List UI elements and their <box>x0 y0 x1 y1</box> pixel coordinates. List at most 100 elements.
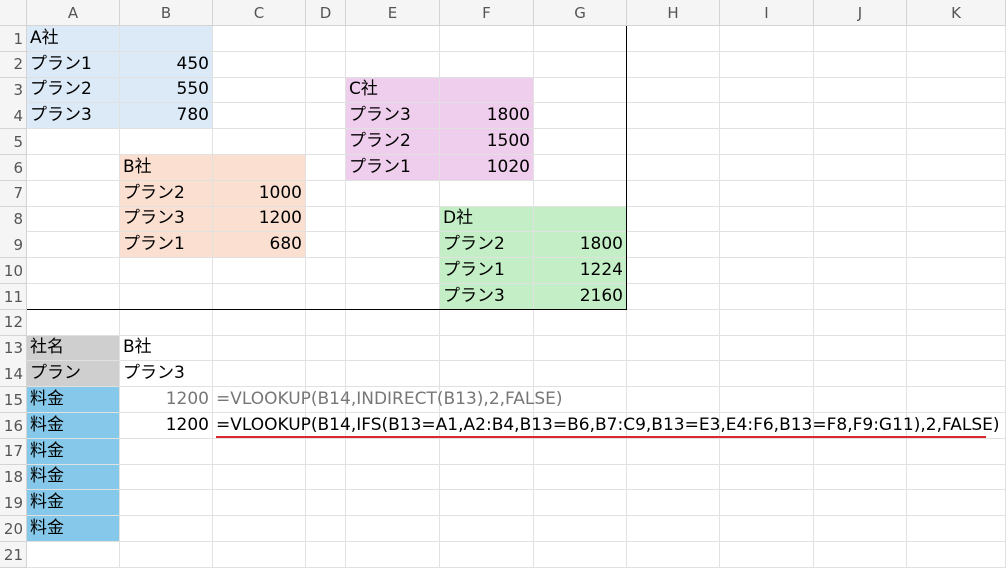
cell-d20[interactable] <box>306 516 346 542</box>
cell-g1[interactable] <box>534 26 627 52</box>
cell-g4[interactable] <box>534 103 627 130</box>
cell-c18[interactable] <box>213 464 306 491</box>
cell-i5[interactable] <box>720 129 814 155</box>
cell-c7[interactable]: 1000 <box>213 180 306 207</box>
cell-j11[interactable] <box>814 284 907 310</box>
cell-a9[interactable] <box>27 232 120 259</box>
cell-f3[interactable] <box>440 77 534 104</box>
cell-h3[interactable] <box>627 77 720 104</box>
row-header-15[interactable]: 15 <box>0 387 27 414</box>
column-header-f[interactable]: F <box>440 0 534 26</box>
cell-k10[interactable] <box>907 258 1006 284</box>
cell-h8[interactable] <box>627 206 720 233</box>
cell-a1[interactable]: A社 <box>27 26 120 52</box>
cell-h4[interactable] <box>627 103 720 130</box>
cell-a17[interactable]: 料金 <box>27 438 120 465</box>
cell-g5[interactable] <box>534 129 627 155</box>
cell-e14[interactable] <box>346 361 440 388</box>
cell-f17[interactable] <box>440 438 534 465</box>
cell-j1[interactable] <box>814 26 907 52</box>
cell-i7[interactable] <box>720 180 814 207</box>
cell-a4[interactable]: プラン3 <box>27 103 120 130</box>
cell-d21[interactable] <box>306 542 346 568</box>
cell-d13[interactable] <box>306 335 346 362</box>
cell-f7[interactable] <box>440 180 534 207</box>
cell-b18[interactable] <box>120 464 213 491</box>
cell-g20[interactable] <box>534 516 627 542</box>
cell-f12[interactable] <box>440 309 534 336</box>
cell-a12[interactable] <box>27 309 120 336</box>
cell-e10[interactable] <box>346 258 440 284</box>
cell-a11[interactable] <box>27 284 120 310</box>
row-header-1[interactable]: 1 <box>0 26 27 52</box>
cell-i12[interactable] <box>720 309 814 336</box>
cell-j12[interactable] <box>814 309 907 336</box>
cell-i17[interactable] <box>720 438 814 465</box>
row-header-21[interactable]: 21 <box>0 542 27 568</box>
cell-g21[interactable] <box>534 542 627 568</box>
row-header-20[interactable]: 20 <box>0 516 27 543</box>
cell-c3[interactable] <box>213 77 306 104</box>
cell-c13[interactable] <box>213 335 306 362</box>
cell-g9[interactable]: 1800 <box>534 232 627 259</box>
cell-j20[interactable] <box>814 516 907 542</box>
cell-c20[interactable] <box>213 516 306 542</box>
cell-d8[interactable] <box>306 206 346 233</box>
cell-g6[interactable] <box>534 155 627 181</box>
cell-e11[interactable] <box>346 284 440 310</box>
cell-c8[interactable]: 1200 <box>213 206 306 233</box>
cell-h11[interactable] <box>627 284 720 310</box>
row-header-6[interactable]: 6 <box>0 155 27 181</box>
select-all-corner[interactable] <box>0 0 27 26</box>
cell-a5[interactable] <box>27 129 120 155</box>
row-header-14[interactable]: 14 <box>0 361 27 388</box>
cell-j4[interactable] <box>814 103 907 130</box>
cell-h5[interactable] <box>627 129 720 155</box>
cell-c14[interactable] <box>213 361 306 388</box>
cell-c5[interactable] <box>213 129 306 155</box>
cell-d5[interactable] <box>306 129 346 155</box>
cell-i9[interactable] <box>720 232 814 259</box>
cell-a2[interactable]: プラン1 <box>27 51 120 78</box>
cell-b13[interactable]: B社 <box>120 335 213 362</box>
cell-b12[interactable] <box>120 309 213 336</box>
cell-c21[interactable] <box>213 542 306 568</box>
cell-k8[interactable] <box>907 206 1006 233</box>
cell-i15[interactable] <box>720 387 814 413</box>
cell-j13[interactable] <box>814 335 907 362</box>
cell-d1[interactable] <box>306 26 346 52</box>
cell-e6[interactable]: プラン1 <box>346 155 440 181</box>
row-header-3[interactable]: 3 <box>0 77 27 104</box>
cell-f19[interactable] <box>440 490 534 517</box>
cell-f11[interactable]: プラン3 <box>440 284 534 310</box>
cell-j18[interactable] <box>814 464 907 491</box>
cell-j14[interactable] <box>814 361 907 388</box>
cell-b14[interactable]: プラン3 <box>120 361 213 388</box>
cell-c17[interactable] <box>213 438 306 465</box>
cell-d17[interactable] <box>306 438 346 465</box>
cell-e18[interactable] <box>346 464 440 491</box>
column-header-c[interactable]: C <box>213 0 306 26</box>
cell-i13[interactable] <box>720 335 814 362</box>
cell-f6[interactable]: 1020 <box>440 155 534 181</box>
cell-b17[interactable] <box>120 438 213 465</box>
cell-e12[interactable] <box>346 309 440 336</box>
cell-e20[interactable] <box>346 516 440 542</box>
cell-c4[interactable] <box>213 103 306 130</box>
cell-j21[interactable] <box>814 542 907 568</box>
cell-a16[interactable]: 料金 <box>27 413 120 439</box>
cell-g14[interactable] <box>534 361 627 388</box>
cell-b8[interactable]: プラン3 <box>120 206 213 233</box>
spreadsheet-grid[interactable]: A B C D E F G H I J K 1 2 3 4 5 6 7 8 9 10 11 12 13 14 15 16 17 18 19… <box>0 0 1006 576</box>
cell-j10[interactable] <box>814 258 907 284</box>
cell-b19[interactable] <box>120 490 213 517</box>
cell-h1[interactable] <box>627 26 720 52</box>
cell-f8[interactable]: D社 <box>440 206 534 233</box>
cell-d10[interactable] <box>306 258 346 284</box>
cell-f9[interactable]: プラン2 <box>440 232 534 259</box>
cell-h12[interactable] <box>627 309 720 336</box>
column-header-k[interactable]: K <box>907 0 1006 26</box>
cell-d9[interactable] <box>306 232 346 259</box>
cell-d2[interactable] <box>306 51 346 78</box>
cell-i20[interactable] <box>720 516 814 542</box>
